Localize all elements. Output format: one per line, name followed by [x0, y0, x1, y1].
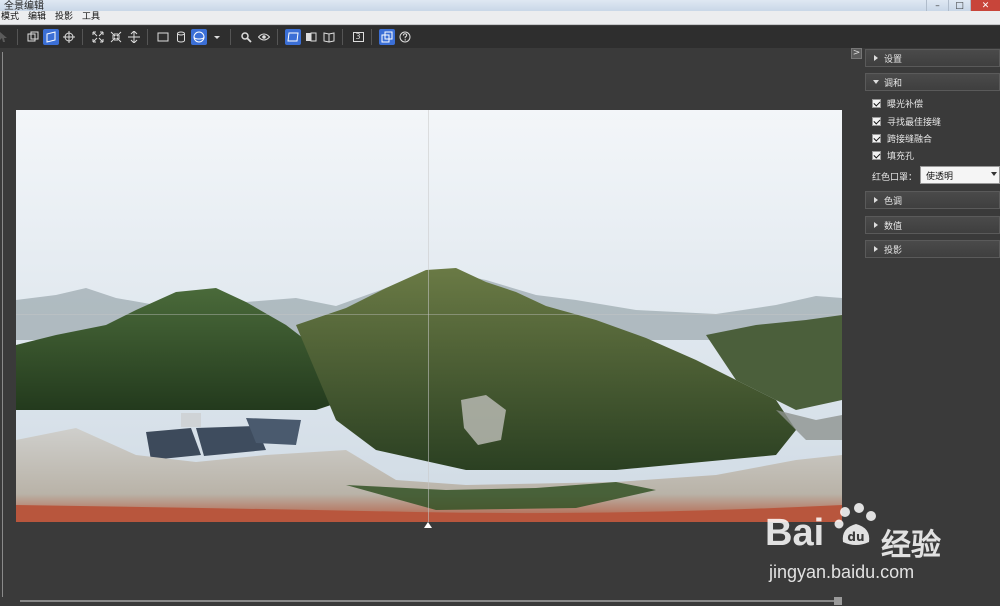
- number-3-icon[interactable]: 3: [350, 29, 366, 45]
- section-tone[interactable]: 色调: [865, 191, 1000, 209]
- section-blend[interactable]: 调和: [865, 73, 1000, 91]
- menu-edit[interactable]: 编辑: [23, 11, 50, 24]
- rectilinear-projection-icon[interactable]: [155, 29, 171, 45]
- mode-overlay-icon[interactable]: [25, 29, 41, 45]
- panorama-image[interactable]: [16, 110, 842, 522]
- collapse-arrow-icon: [873, 80, 879, 84]
- help-icon[interactable]: [397, 29, 413, 45]
- expand-arrow-icon: [874, 197, 878, 203]
- menu-projection[interactable]: 投影: [50, 11, 77, 24]
- panel-collapse-button[interactable]: >: [851, 48, 862, 59]
- red-mask-label: 红色口罩：: [872, 172, 918, 183]
- checkbox-checked-icon[interactable]: [872, 98, 881, 108]
- window-controls: – □ ✕: [926, 0, 1000, 11]
- checkbox-checked-icon[interactable]: [872, 133, 881, 143]
- menu-tools[interactable]: 工具: [77, 11, 104, 24]
- red-mask-select[interactable]: 使透明: [920, 166, 1000, 184]
- projection-dropdown-icon[interactable]: [209, 29, 225, 45]
- crosshair-center-icon[interactable]: [61, 29, 77, 45]
- section-settings[interactable]: 设置: [865, 49, 1000, 67]
- checkbox-checked-icon[interactable]: [872, 116, 881, 126]
- zoom-icon[interactable]: [238, 29, 254, 45]
- baidu-paw-icon: du: [834, 503, 876, 545]
- expand-arrow-icon: [874, 55, 878, 61]
- section-values[interactable]: 数值: [865, 216, 1000, 234]
- svg-text:du: du: [847, 530, 864, 544]
- cylindrical-projection-icon[interactable]: [173, 29, 189, 45]
- horizon-guide-line[interactable]: [16, 314, 842, 315]
- checkbox-label: 寻找最佳接缝: [887, 117, 942, 128]
- section-values-label: 数值: [884, 221, 903, 232]
- checkbox-find-best-seam[interactable]: 寻找最佳接缝: [872, 115, 942, 128]
- section-tone-label: 色调: [884, 196, 903, 207]
- red-mask-value: 使透明: [926, 171, 954, 182]
- checkbox-fill-holes[interactable]: 填充孔: [872, 149, 915, 162]
- window-title: 全景编辑: [4, 1, 44, 11]
- maximize-button[interactable]: □: [948, 0, 970, 11]
- checkbox-label: 曝光补偿: [887, 99, 924, 110]
- overlay-windows-icon[interactable]: [379, 29, 395, 45]
- menu-mode[interactable]: 模式: [0, 11, 23, 24]
- view-plane-icon[interactable]: [285, 29, 301, 45]
- spherical-projection-icon[interactable]: [191, 29, 207, 45]
- toolbar: 3: [0, 26, 1000, 48]
- fit-contract-icon[interactable]: [108, 29, 124, 45]
- chevron-down-icon: [991, 172, 997, 176]
- view-book-icon[interactable]: [321, 29, 337, 45]
- title-bar: 全景编辑 – □ ✕: [0, 0, 1000, 11]
- checkbox-checked-icon[interactable]: [872, 150, 881, 160]
- mode-warp-icon[interactable]: [43, 29, 59, 45]
- center-marker-icon[interactable]: [424, 522, 432, 528]
- select-arrow-icon[interactable]: [0, 29, 12, 45]
- vertical-guide-line[interactable]: [428, 110, 429, 522]
- checkbox-cross-seam-blend[interactable]: 跨接缝融合: [872, 132, 933, 145]
- section-projection-label: 投影: [884, 245, 903, 256]
- straighten-icon[interactable]: [126, 29, 142, 45]
- expand-arrow-icon: [874, 222, 878, 228]
- scrollbar-thumb[interactable]: [834, 597, 842, 605]
- section-settings-label: 设置: [884, 54, 903, 65]
- fit-expand-icon[interactable]: [90, 29, 106, 45]
- watermark-url: jingyan.baidu.com: [769, 562, 915, 582]
- checkbox-label: 跨接缝融合: [887, 134, 933, 145]
- menu-bar: 模式 编辑 投影 工具: [0, 11, 1000, 25]
- watermark-brand: Bai: [765, 512, 825, 554]
- checkbox-label: 填充孔: [887, 151, 915, 162]
- checkbox-exposure-compensation[interactable]: 曝光补偿: [872, 97, 924, 110]
- expand-arrow-icon: [874, 246, 878, 252]
- baidu-jingyan-watermark: Bai du 经验 jingyan.baidu.com: [765, 498, 1000, 598]
- section-blend-label: 调和: [884, 78, 903, 89]
- preview-eye-icon[interactable]: [256, 29, 272, 45]
- watermark-product: 经验: [881, 528, 941, 563]
- minimize-button[interactable]: –: [926, 0, 948, 11]
- close-button[interactable]: ✕: [970, 0, 1000, 11]
- section-projection[interactable]: 投影: [865, 240, 1000, 258]
- canvas-left-border: [2, 52, 3, 597]
- horizontal-scrollbar[interactable]: [20, 600, 838, 602]
- view-half-icon[interactable]: [303, 29, 319, 45]
